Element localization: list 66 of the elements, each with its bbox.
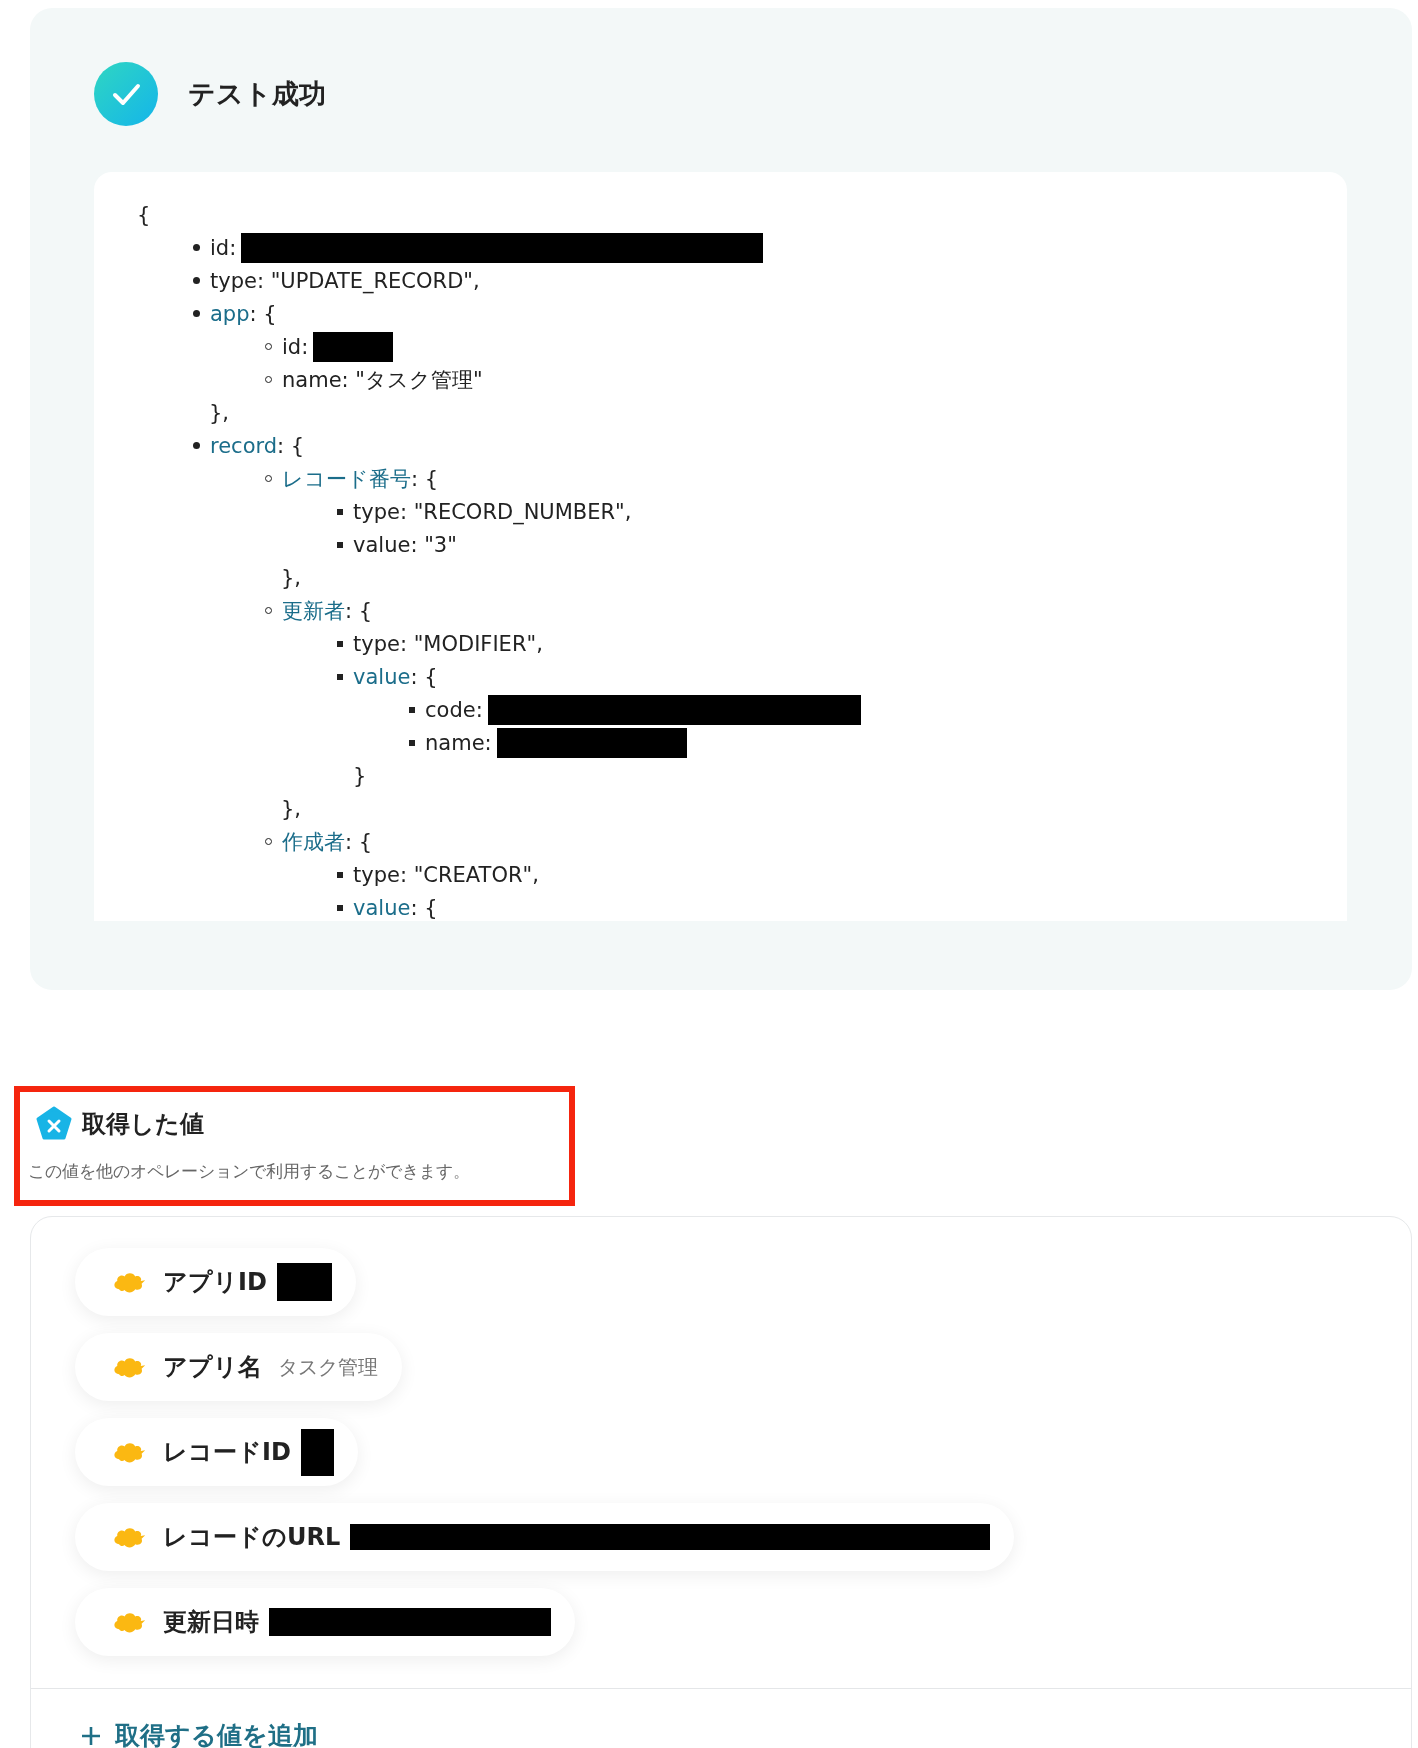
bullet-icon — [337, 904, 343, 911]
chip-label: アプリ名 — [163, 1352, 262, 1383]
code-text: : { — [345, 829, 373, 854]
key-text: id — [210, 235, 230, 260]
code-text: : — [484, 730, 492, 755]
key-text: type — [353, 499, 400, 524]
chip-label: レコードID — [163, 1437, 291, 1468]
bullet-icon — [337, 871, 343, 878]
values-description: この値を他のオペレーションで利用することができます。 — [28, 1160, 471, 1183]
code-text: : — [301, 334, 309, 359]
key-text: id — [282, 334, 302, 359]
bullet-icon — [337, 673, 343, 680]
bullet-icon — [337, 541, 343, 548]
key-text: value — [353, 532, 411, 557]
key-link[interactable]: value — [353, 895, 411, 920]
code-text: }, — [281, 565, 302, 590]
code-text: : { — [345, 598, 373, 623]
code-text: : "MODIFIER", — [399, 631, 543, 656]
chip-value: タスク管理 — [278, 1353, 378, 1381]
code-text: : { — [411, 466, 439, 491]
value-chip[interactable]: レコードID — [75, 1418, 358, 1486]
key-text: name — [425, 730, 485, 755]
bullet-icon — [409, 739, 415, 746]
value-chip[interactable]: レコードのURL — [75, 1503, 1015, 1571]
key-link[interactable]: レコード番号 — [282, 464, 411, 493]
code-text: } — [353, 763, 367, 788]
key-link[interactable]: 作成者 — [282, 827, 345, 856]
code-text: { — [137, 202, 151, 227]
key-text: name — [282, 367, 342, 392]
key-link[interactable]: app — [210, 301, 250, 326]
code-text: : "RECORD_NUMBER", — [399, 499, 632, 524]
key-text: type — [210, 268, 257, 293]
code-text: : { — [249, 301, 277, 326]
code-text: : "3" — [410, 532, 457, 557]
code-text: }, — [209, 400, 230, 425]
code-text: : "タスク管理" — [341, 366, 483, 394]
key-link[interactable]: value — [353, 664, 411, 689]
pentagon-x-icon — [36, 1106, 72, 1142]
bullet-icon — [337, 640, 343, 647]
bullet-icon — [193, 244, 200, 251]
value-chip[interactable]: アプリ名 タスク管理 — [75, 1333, 402, 1401]
result-title: テスト成功 — [188, 77, 326, 111]
key-text: type — [353, 631, 400, 656]
bullet-icon — [193, 442, 200, 449]
code-text: }, — [281, 796, 302, 821]
bullet-icon — [409, 706, 415, 713]
value-chip[interactable]: 更新日時 — [75, 1588, 575, 1656]
code-text: : — [229, 235, 237, 260]
bullet-icon — [193, 310, 200, 317]
code-text: : "UPDATE_RECORD", — [256, 268, 480, 293]
code-text: : — [475, 697, 483, 722]
code-text: : { — [277, 433, 305, 458]
chip-label: アプリID — [163, 1267, 267, 1298]
code-text: : { — [410, 895, 438, 920]
chip-label: レコードのURL — [163, 1522, 341, 1553]
value-chip[interactable]: アプリID — [75, 1248, 356, 1316]
bullet-icon — [337, 508, 343, 515]
values-title: 取得した値 — [82, 1109, 204, 1140]
key-link[interactable]: 更新者 — [282, 596, 345, 625]
chip-label: 更新日時 — [163, 1607, 259, 1638]
code-text: : { — [410, 664, 438, 689]
key-text: type — [353, 862, 400, 887]
key-text: code — [425, 697, 476, 722]
bullet-icon — [193, 277, 200, 284]
code-text: : "CREATOR", — [399, 862, 539, 887]
key-link[interactable]: record — [210, 433, 278, 458]
